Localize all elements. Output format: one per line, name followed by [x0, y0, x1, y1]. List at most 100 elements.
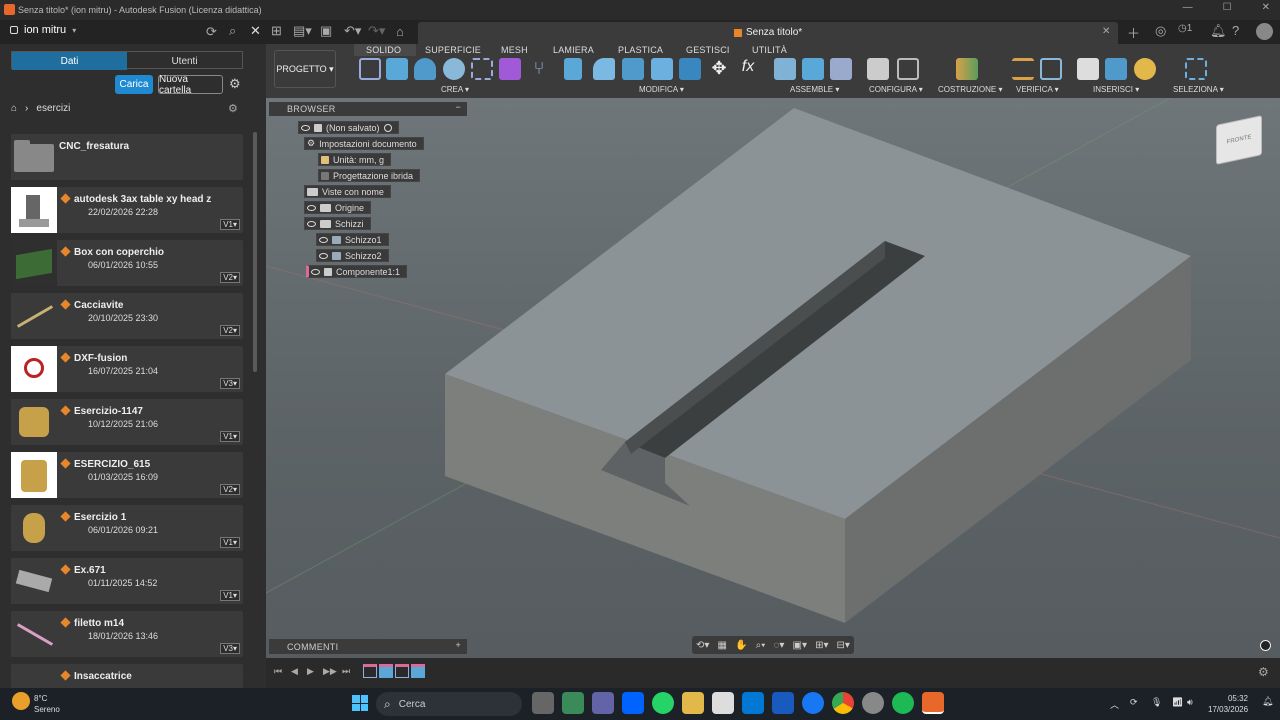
user-menu[interactable]: ion mitru ▾ [10, 24, 76, 36]
tab-utenti[interactable]: Utenti [127, 52, 242, 70]
notification-center-icon[interactable]: 🔔︎ [1262, 696, 1273, 707]
comments-panel[interactable]: COMMENTI + [269, 639, 467, 654]
tab-superficie[interactable]: SUPERFICIE [425, 45, 481, 55]
tab-gestisci[interactable]: GESTISCI [686, 45, 730, 55]
parameters-icon[interactable]: fx [737, 58, 759, 80]
combine-icon[interactable] [651, 58, 673, 80]
show-hidden-icons[interactable]: ︿ [1110, 698, 1119, 711]
insert-derive-icon[interactable] [1077, 58, 1099, 80]
close-tab-icon[interactable]: ✕ [1102, 26, 1110, 37]
list-item[interactable]: ESERCIZIO_615 01/03/2025 16:09 V2▾ [11, 452, 243, 498]
timeline-end-icon[interactable]: ⏭ [342, 666, 350, 677]
form-icon[interactable] [499, 58, 521, 80]
hole-icon[interactable] [443, 58, 465, 80]
clock-date[interactable]: 17/03/2026 [1208, 705, 1248, 714]
group-modifica[interactable]: MODIFICA ▾ [639, 85, 684, 94]
help-icon[interactable]: ? [1232, 23, 1239, 38]
list-item[interactable]: Box con coperchio 06/01/2026 10:55 V2▾ [11, 240, 243, 286]
version-badge[interactable]: V3▾ [220, 643, 240, 654]
task-view-icon[interactable] [532, 692, 554, 714]
search-icon[interactable]: ⌕ [229, 23, 236, 39]
new-component-icon[interactable] [774, 58, 796, 80]
tab-lamiera[interactable]: LAMIERA [553, 45, 594, 55]
timeline-start-icon[interactable]: ⏮ [274, 666, 282, 677]
revolve-icon[interactable] [414, 58, 436, 80]
weather-icon[interactable] [12, 692, 30, 710]
volume-icon[interactable]: 🔊︎ [1187, 697, 1193, 708]
collapse-icon[interactable]: − [455, 102, 461, 112]
shell-icon[interactable] [622, 58, 644, 80]
browser-sketch1[interactable]: Schizzo1 [316, 233, 389, 246]
extrude-icon[interactable] [386, 58, 408, 80]
grid-settings-icon[interactable]: ⊞▾ [815, 640, 828, 651]
group-inserisci[interactable]: INSERISCI ▾ [1093, 85, 1139, 94]
timeline-extrude-icon[interactable] [379, 664, 393, 678]
windows-start-icon[interactable] [352, 695, 368, 711]
group-seleziona[interactable]: SELEZIONA ▾ [1173, 85, 1224, 94]
timeline-settings-icon[interactable]: ⚙ [1258, 665, 1269, 679]
wifi-icon[interactable]: 📶︎ [1172, 697, 1183, 708]
file-explorer-icon[interactable] [682, 692, 704, 714]
online-status-icon[interactable]: ◎ [1155, 23, 1166, 39]
timeline-sketch-icon[interactable] [363, 664, 377, 678]
group-crea[interactable]: CREA ▾ [441, 85, 469, 94]
create-sketch-icon[interactable] [359, 58, 381, 80]
browser-component[interactable]: Componente1:1 [306, 265, 408, 278]
tab-solido[interactable]: SOLIDO [366, 45, 401, 55]
teams-icon[interactable] [592, 692, 614, 714]
avatar[interactable] [1256, 23, 1273, 40]
settings-gear-icon[interactable]: ⚙ [229, 76, 241, 92]
maximize-button[interactable]: ☐ [1223, 2, 1232, 13]
list-item[interactable]: DXF-fusion 16/07/2025 21:04 V3▾ [11, 346, 243, 392]
list-item[interactable]: CNC_fresatura [11, 134, 243, 180]
version-badge[interactable]: V1▾ [220, 590, 240, 601]
version-badge[interactable]: V1▾ [220, 219, 240, 230]
pan-icon[interactable]: ✋ [735, 640, 747, 651]
upload-button[interactable]: Carica [115, 75, 153, 94]
move-icon[interactable]: ✥ [708, 58, 730, 80]
split-icon[interactable] [679, 58, 701, 80]
tab-dati[interactable]: Dati [12, 52, 127, 70]
fillet-icon[interactable] [593, 58, 615, 80]
clock-time[interactable]: 05:32 [1208, 694, 1248, 703]
grid-menu-icon[interactable]: ⊞ [271, 23, 282, 39]
browser-origin[interactable]: Origine [304, 201, 372, 214]
list-item[interactable]: Insaccatrice [11, 664, 243, 688]
document-tab[interactable]: Senza titolo* ✕ [418, 22, 1118, 44]
list-item[interactable]: Esercizio 1 06/01/2026 09:21 V1▾ [11, 505, 243, 551]
microphone-icon[interactable]: 🎙︎ [1151, 697, 1162, 708]
timeline-sketch-icon[interactable] [395, 664, 409, 678]
whatsapp-icon[interactable] [652, 692, 674, 714]
breadcrumb-folder[interactable]: esercizi [36, 103, 70, 114]
close-window-button[interactable]: ✕ [1262, 2, 1270, 13]
version-badge[interactable]: V1▾ [220, 537, 240, 548]
scrollbar[interactable] [253, 132, 257, 372]
refresh-icon[interactable]: ⟳ [206, 24, 217, 40]
home-icon[interactable]: ⌂ [396, 24, 404, 39]
minimize-button[interactable]: — [1183, 2, 1193, 13]
configure-icon[interactable] [867, 58, 889, 80]
tab-utilita[interactable]: UTILITÀ [752, 45, 787, 55]
notepad-icon[interactable] [712, 692, 734, 714]
group-verifica[interactable]: VERIFICA ▾ [1016, 85, 1059, 94]
select-icon[interactable] [1185, 58, 1207, 80]
group-configura[interactable]: CONFIGURA ▾ [869, 85, 923, 94]
group-assemble[interactable]: ASSEMBLE ▾ [790, 85, 839, 94]
list-item[interactable]: Ex.671 01/11/2025 14:52 V1▾ [11, 558, 243, 604]
zoom-icon[interactable]: ⌕▾ [756, 640, 766, 651]
table-icon[interactable] [897, 58, 919, 80]
as-built-joint-icon[interactable] [830, 58, 852, 80]
sync-icon[interactable]: ⟳ [1130, 697, 1138, 708]
display-settings-icon[interactable]: ▣▾ [793, 640, 807, 651]
viewports-icon[interactable]: ⊟▾ [837, 640, 850, 651]
taskbar-search[interactable]: ⌕ Cerca [376, 692, 522, 716]
tab-mesh[interactable]: MESH [501, 45, 528, 55]
version-badge[interactable]: V2▾ [220, 325, 240, 336]
browser-units[interactable]: Unità: mm, g [318, 153, 392, 166]
version-badge[interactable]: V2▾ [220, 272, 240, 283]
list-item[interactable]: autodesk 3ax table xy head z 22/02/2026 … [11, 187, 243, 233]
browser-header[interactable]: BROWSER − [269, 102, 467, 116]
interference-icon[interactable] [1040, 58, 1062, 80]
file-menu-icon[interactable]: ▤▾ [293, 23, 312, 39]
word-icon[interactable] [772, 692, 794, 714]
